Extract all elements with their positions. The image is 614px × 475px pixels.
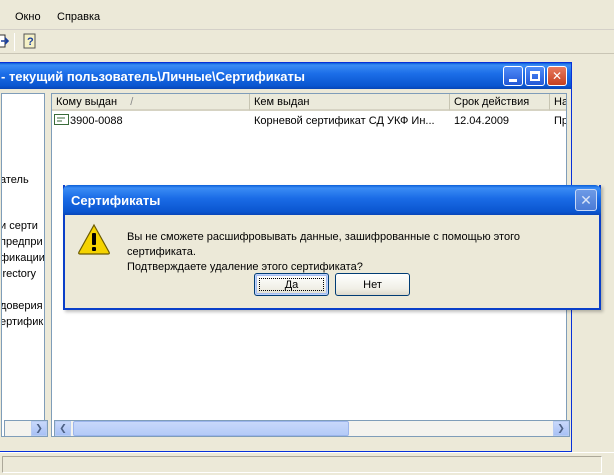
column-header-expiration[interactable]: Срок действия: [450, 94, 550, 111]
column-header-issued-to[interactable]: Кому выдан /: [52, 94, 250, 111]
column-label: Срок действия: [454, 96, 530, 108]
scroll-right-button[interactable]: ❯: [31, 421, 47, 436]
dialog-titlebar[interactable]: Сертификаты ✕: [63, 185, 601, 215]
help-icon: ?: [23, 33, 36, 49]
close-icon: ✕: [551, 69, 563, 83]
minimize-icon: [509, 78, 517, 82]
tree-horizontal-scrollbar[interactable]: ❯: [4, 420, 48, 437]
cell-issued-to: 3900-0088: [70, 115, 123, 127]
dialog-message: Вы не сможете расшифровывать данные, заш…: [127, 230, 587, 275]
menu-bar: Окно Справка: [0, 0, 614, 30]
toolbar: ?: [0, 30, 614, 54]
dialog-close-button[interactable]: ✕: [575, 189, 597, 211]
scroll-right-button[interactable]: ❯: [553, 421, 569, 436]
tree-item[interactable]: предпри: [2, 236, 43, 248]
close-icon: ✕: [580, 191, 592, 208]
column-label: Кому выдан: [56, 96, 118, 108]
certificates-window-titlebar[interactable]: - текущий пользователь\Личные\Сертификат…: [0, 63, 571, 89]
status-segment: [2, 456, 602, 473]
svg-text:?: ?: [27, 36, 34, 48]
toolbar-separator: [14, 33, 15, 51]
column-header-purpose[interactable]: На: [550, 94, 567, 111]
sort-indicator: /: [130, 96, 134, 108]
cell-expiration: 12.04.2009: [454, 115, 510, 127]
export-icon: [0, 34, 10, 48]
maximize-icon: [530, 71, 540, 81]
tree-item[interactable]: ертифик: [2, 316, 43, 328]
menu-help[interactable]: Справка: [57, 11, 100, 23]
confirm-delete-dialog: Сертификаты ✕ Вы не сможете расшифровыва…: [63, 185, 601, 310]
chevron-left-icon: ❮: [59, 423, 67, 433]
tree-item[interactable]: irectory: [2, 268, 36, 280]
close-button[interactable]: ✕: [547, 66, 567, 86]
minimize-button[interactable]: [503, 66, 523, 86]
no-button[interactable]: Нет: [335, 273, 410, 296]
scroll-left-button[interactable]: ❮: [55, 421, 71, 436]
help-button[interactable]: ?: [22, 33, 38, 49]
menu-window[interactable]: Окно: [15, 11, 41, 23]
focus-rect: [259, 278, 324, 291]
window-title: - текущий пользователь\Личные\Сертификат…: [1, 69, 305, 84]
chevron-right-icon: ❯: [557, 423, 565, 433]
status-bar: [0, 452, 614, 475]
no-button-label: Нет: [363, 278, 382, 291]
cell-purpose: Пр: [554, 115, 567, 127]
tree-item[interactable]: фикации: [2, 252, 44, 264]
warning-icon: [78, 223, 110, 255]
column-label: Кем выдан: [254, 96, 310, 108]
tree-item[interactable]: и серти: [2, 220, 38, 232]
tree-item[interactable]: атель: [2, 174, 29, 186]
tree-item[interactable]: доверия: [2, 300, 43, 312]
dialog-title: Сертификаты: [71, 193, 161, 208]
column-header-issued-by[interactable]: Кем выдан: [250, 94, 450, 111]
certificate-icon: [54, 114, 69, 125]
scroll-thumb[interactable]: [73, 421, 349, 436]
chevron-right-icon: ❯: [35, 423, 43, 433]
export-list-button[interactable]: [0, 33, 10, 49]
message-line: Вы не сможете расшифровывать данные, заш…: [127, 231, 520, 258]
maximize-button[interactable]: [525, 66, 545, 86]
list-horizontal-scrollbar[interactable]: ❮ ❯: [54, 420, 570, 437]
column-label: На: [554, 96, 567, 108]
tree-pane[interactable]: атель и серти предпри фикации irectory д…: [1, 93, 45, 437]
table-row[interactable]: 3900-0088 Корневой сертификат СД УКФ Ин.…: [52, 113, 567, 129]
yes-button[interactable]: Да: [254, 273, 329, 296]
cell-issued-by: Корневой сертификат СД УКФ Ин...: [254, 115, 435, 127]
